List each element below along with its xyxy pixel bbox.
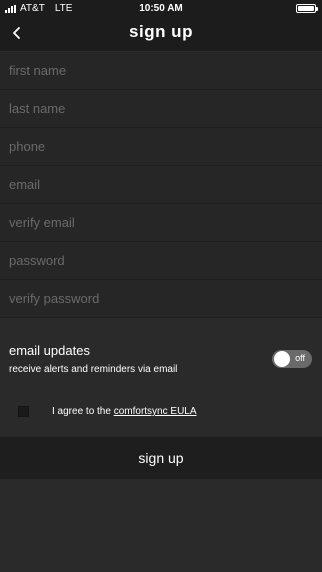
email-updates-title: email updates (9, 343, 90, 358)
signup-form (0, 52, 322, 318)
page-title: sign up (129, 22, 193, 41)
first-name-field[interactable] (0, 52, 322, 90)
verify-password-field[interactable] (0, 280, 322, 318)
status-time: 10:50 AM (139, 3, 183, 14)
battery-icon (296, 4, 318, 13)
password-field[interactable] (0, 242, 322, 280)
email-updates-subtitle: receive alerts and reminders via email (9, 364, 178, 375)
bottom-area (0, 479, 322, 572)
toggle-knob (274, 351, 290, 367)
eula-prefix: I agree to the (52, 406, 111, 417)
eula-row: I agree to the comfortsync EULA (0, 397, 322, 427)
email-updates-toggle[interactable]: off (272, 350, 312, 368)
email-updates-row: email updates receive alerts and reminde… (0, 333, 322, 387)
phone-field[interactable] (0, 128, 322, 166)
email-field[interactable] (0, 166, 322, 204)
eula-text: I agree to the comfortsync EULA (52, 406, 197, 417)
eula-checkbox[interactable] (18, 406, 29, 417)
last-name-field[interactable] (0, 90, 322, 128)
verify-email-field[interactable] (0, 204, 322, 242)
status-bar: AT&T LTE 10:50 AM (0, 0, 322, 18)
toggle-state-label: off (295, 353, 305, 363)
eula-link[interactable]: comfortsync EULA (114, 406, 197, 417)
nav-bar: sign up (0, 18, 322, 51)
sign-up-button[interactable]: sign up (0, 437, 322, 479)
